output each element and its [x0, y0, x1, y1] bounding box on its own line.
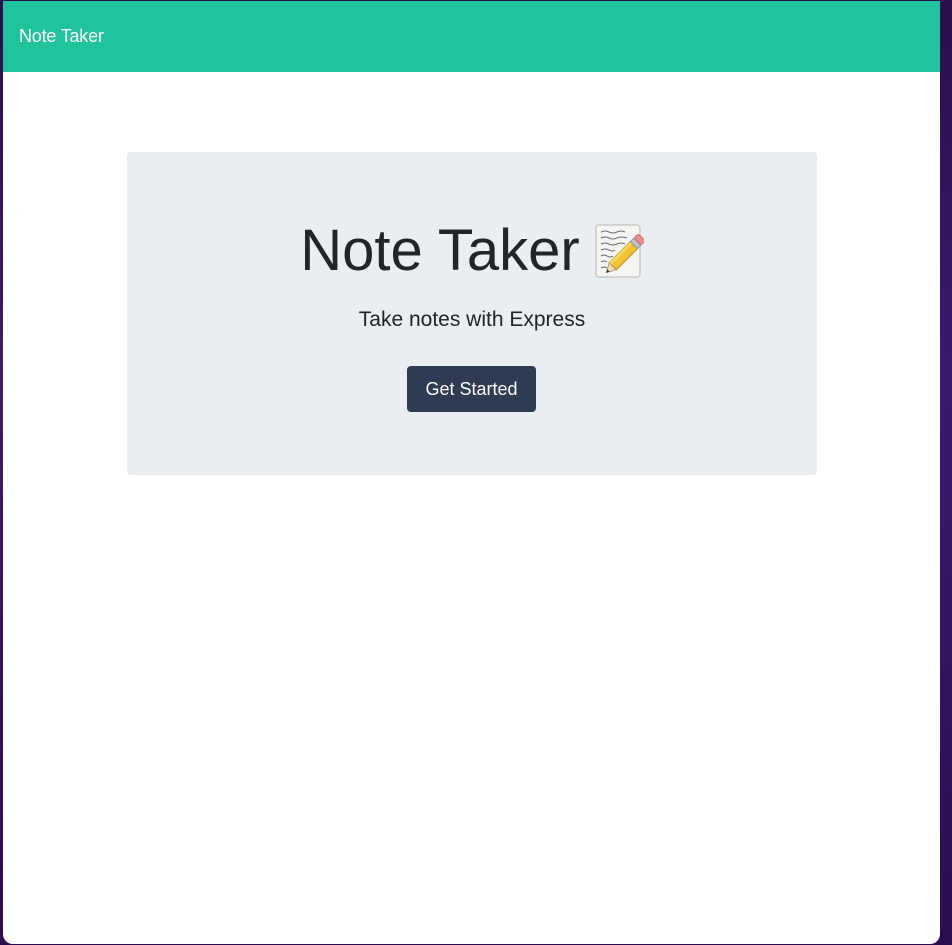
- hero-title-row: Note Taker: [127, 216, 817, 286]
- page-title: Note Taker: [300, 218, 580, 283]
- get-started-button[interactable]: Get Started: [407, 366, 536, 412]
- browser-window: Note Taker Note Taker Take notes with Ex…: [3, 1, 940, 944]
- navbar: Note Taker: [3, 1, 940, 72]
- hero-jumbotron: Note Taker Take notes with Express Get S…: [127, 152, 817, 475]
- hero-subtitle: Take notes with Express: [358, 308, 586, 331]
- navbar-brand-link[interactable]: Note Taker: [19, 26, 104, 47]
- memo-icon: [594, 223, 645, 279]
